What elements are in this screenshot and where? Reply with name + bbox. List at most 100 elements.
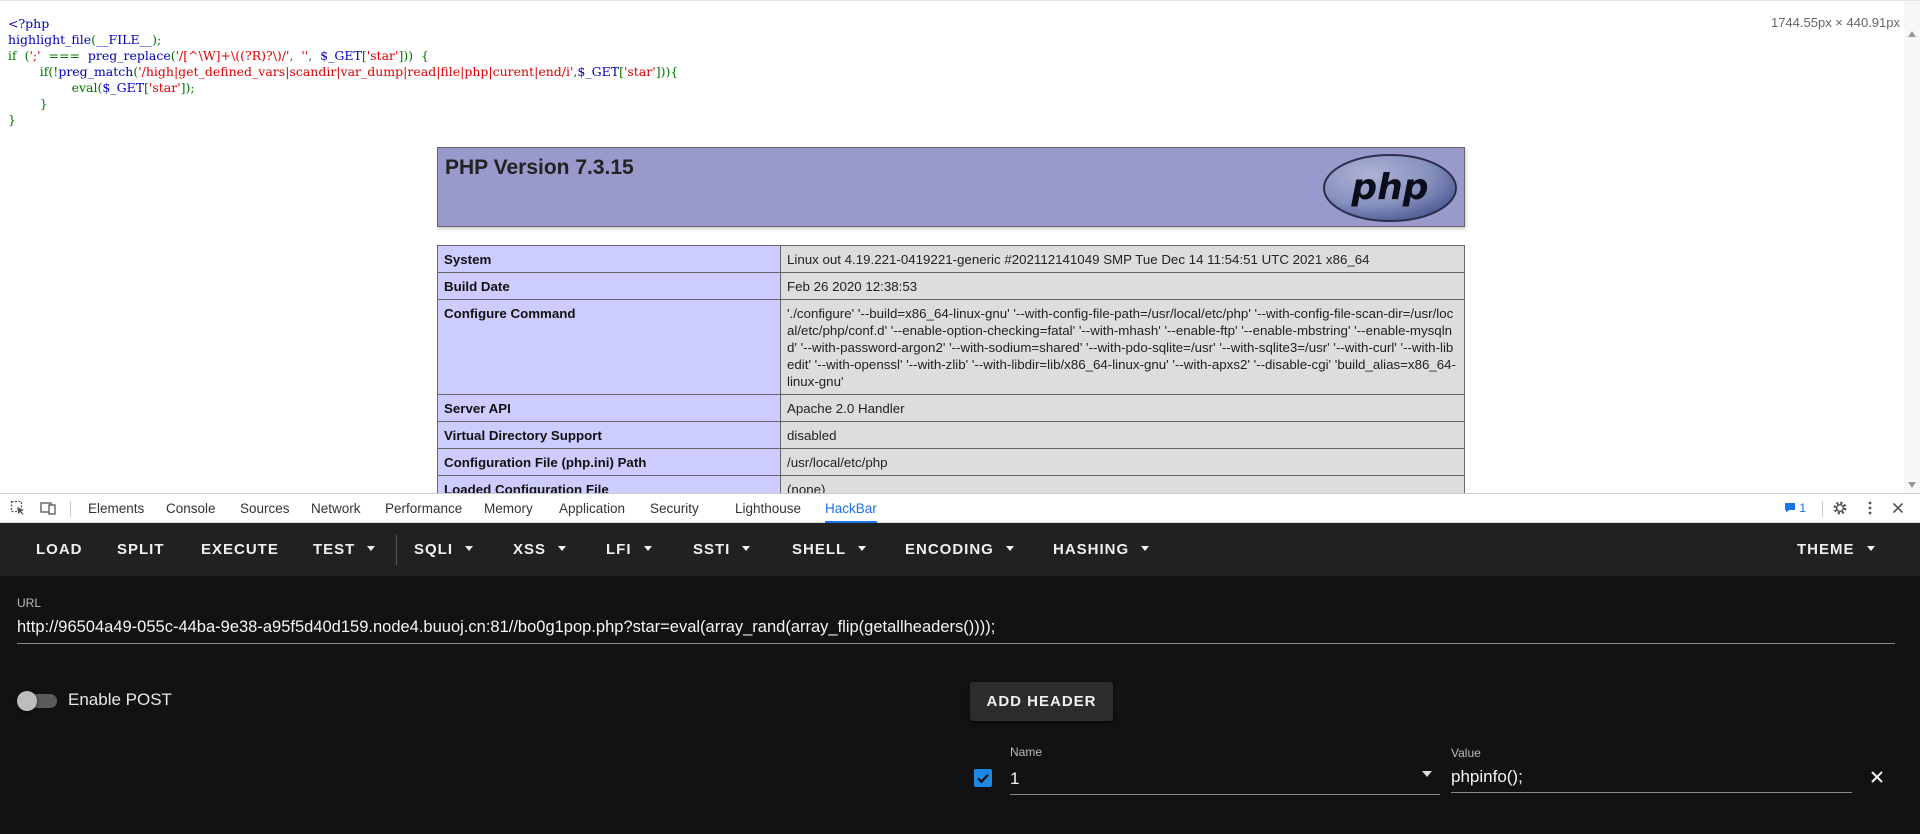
- chevron-down-icon: [1866, 545, 1875, 551]
- header-name-dropdown-icon[interactable]: [1422, 771, 1432, 777]
- phpinfo-value: Apache 2.0 Handler: [780, 394, 1465, 422]
- source-token: ]);: [180, 80, 195, 95]
- phpinfo-key: Configuration File (php.ini) Path: [437, 448, 781, 476]
- phpinfo-key: Loaded Configuration File: [437, 475, 781, 493]
- chevron-down-icon: [858, 545, 867, 551]
- web-page: <?php highlight_file(__FILE__); if (';' …: [0, 0, 1920, 493]
- scroll-up-arrow-icon[interactable]: [1908, 31, 1916, 37]
- source-token: if (: [8, 48, 30, 63]
- phpinfo-value: /usr/local/etc/php: [780, 448, 1465, 476]
- source-token: $_GET: [102, 80, 145, 95]
- ssti-menu-button[interactable]: SSTI: [693, 523, 751, 576]
- hackbar-panel: LOAD SPLIT EXECUTE TEST SQLI XSS LFI SST…: [0, 523, 1920, 834]
- phpinfo-value: (none): [780, 475, 1465, 493]
- tab-performance[interactable]: Performance: [385, 494, 462, 523]
- add-header-button[interactable]: ADD HEADER: [970, 682, 1113, 721]
- phpinfo-value: './configure' '--build=x86_64-linux-gnu'…: [780, 299, 1465, 395]
- inspect-element-icon[interactable]: [10, 500, 26, 516]
- source-token: '/high|get_defined_vars|scandir|var_dump…: [138, 64, 574, 79]
- header-name-input[interactable]: [1010, 763, 1440, 795]
- shell-menu-button[interactable]: SHELL: [792, 523, 867, 576]
- tab-application[interactable]: Application: [559, 494, 625, 523]
- phpinfo-value: disabled: [780, 421, 1465, 449]
- split-button[interactable]: SPLIT: [117, 523, 165, 576]
- phpinfo-key: System: [437, 245, 781, 273]
- source-token: ,: [289, 48, 302, 63]
- dimensions-readout: 1744.55px × 440.91px: [1770, 15, 1900, 30]
- source-token: ,: [308, 48, 321, 63]
- xss-menu-button[interactable]: XSS: [513, 523, 567, 576]
- issues-count: 1: [1799, 501, 1807, 515]
- sqli-menu-button[interactable]: SQLI: [414, 523, 474, 576]
- theme-menu-button[interactable]: THEME: [1797, 523, 1875, 576]
- devtools-separator-right: [1822, 501, 1823, 517]
- phpinfo-key: Configure Command: [437, 299, 781, 395]
- phpinfo-value: Linux out 4.19.221-0419221-generic #2021…: [780, 245, 1465, 273]
- phpinfo-key: Virtual Directory Support: [437, 421, 781, 449]
- enable-post-toggle[interactable]: [17, 691, 59, 711]
- checkmark-icon: [977, 774, 989, 784]
- scroll-down-arrow-icon[interactable]: [1908, 482, 1916, 488]
- phpinfo-row: Virtual Directory Support disabled: [437, 421, 1465, 449]
- php-version-title: PHP Version 7.3.15: [445, 156, 634, 179]
- tab-sources[interactable]: Sources: [240, 494, 290, 523]
- test-menu-button[interactable]: TEST: [313, 523, 376, 576]
- hackbar-toolbar: LOAD SPLIT EXECUTE TEST SQLI XSS LFI SST…: [0, 523, 1920, 576]
- php-logo: php: [1323, 154, 1457, 222]
- chevron-down-icon: [558, 545, 567, 551]
- more-options-icon[interactable]: [1862, 500, 1878, 516]
- phpinfo-value: Feb 26 2020 12:38:53: [780, 272, 1465, 300]
- page-scrollbar[interactable]: [1904, 1, 1920, 493]
- tab-security[interactable]: Security: [650, 494, 699, 523]
- source-token: }: [8, 112, 16, 127]
- tab-network[interactable]: Network: [311, 494, 361, 523]
- header-name-label: Name: [1010, 745, 1043, 759]
- tab-lighthouse[interactable]: Lighthouse: [735, 494, 801, 523]
- tab-elements[interactable]: Elements: [88, 494, 144, 523]
- device-toolbar-icon[interactable]: [40, 500, 56, 516]
- remove-header-icon[interactable]: [1868, 768, 1886, 786]
- chevron-down-icon: [367, 545, 376, 551]
- phpinfo-panel: PHP Version 7.3.15 php System Linux out 4…: [437, 147, 1465, 493]
- source-token: 'star': [366, 48, 399, 63]
- source-token: ';': [29, 48, 41, 63]
- chevron-down-icon: [643, 545, 652, 551]
- phpinfo-key: Build Date: [437, 272, 781, 300]
- phpinfo-row: Loaded Configuration File (none): [437, 475, 1465, 493]
- source-token: __FILE__: [96, 32, 153, 47]
- source-token: 'star': [623, 64, 656, 79]
- close-devtools-icon[interactable]: [1890, 500, 1906, 516]
- devtools-separator: [70, 501, 71, 517]
- php-source-code: <?php highlight_file(__FILE__); if (';' …: [8, 16, 678, 128]
- hashing-menu-button[interactable]: HASHING: [1053, 523, 1150, 576]
- source-token: '/[^\W]+\((?R)?\)/': [175, 48, 290, 63]
- execute-button[interactable]: EXECUTE: [201, 523, 279, 576]
- url-label: URL: [17, 596, 42, 610]
- load-button[interactable]: LOAD: [36, 523, 83, 576]
- source-token: eval(: [8, 80, 103, 95]
- source-token: }: [8, 96, 48, 111]
- phpinfo-key: Server API: [437, 394, 781, 422]
- enable-post-label: Enable POST: [68, 690, 172, 709]
- header-value-input[interactable]: [1451, 761, 1852, 793]
- phpinfo-header: PHP Version 7.3.15 php: [437, 147, 1465, 227]
- phpinfo-row: Server API Apache 2.0 Handler: [437, 394, 1465, 422]
- phpinfo-row: Configure Command './configure' '--build=…: [437, 299, 1465, 395]
- lfi-menu-button[interactable]: LFI: [606, 523, 652, 576]
- source-token: $_GET: [577, 64, 620, 79]
- chevron-down-icon: [742, 545, 751, 551]
- source-token: $_GET: [320, 48, 362, 63]
- issues-badge[interactable]: 1: [1784, 494, 1806, 523]
- source-token: preg_replace: [87, 48, 171, 63]
- phpinfo-row: Configuration File (php.ini) Path/usr/lo…: [437, 448, 1465, 476]
- url-input[interactable]: [17, 611, 1895, 644]
- encoding-menu-button[interactable]: ENCODING: [905, 523, 1014, 576]
- header-enabled-checkbox[interactable]: [974, 769, 992, 787]
- phpinfo-row: Build Date Feb 26 2020 12:38:53: [437, 272, 1465, 300]
- tab-memory[interactable]: Memory: [484, 494, 533, 523]
- settings-gear-icon[interactable]: [1832, 500, 1848, 516]
- phpinfo-table: System Linux out 4.19.221-0419221-generic…: [437, 245, 1465, 493]
- tab-console[interactable]: Console: [166, 494, 216, 523]
- tab-hackbar[interactable]: HackBar: [825, 494, 877, 523]
- phpinfo-row: System Linux out 4.19.221-0419221-generic…: [437, 245, 1465, 273]
